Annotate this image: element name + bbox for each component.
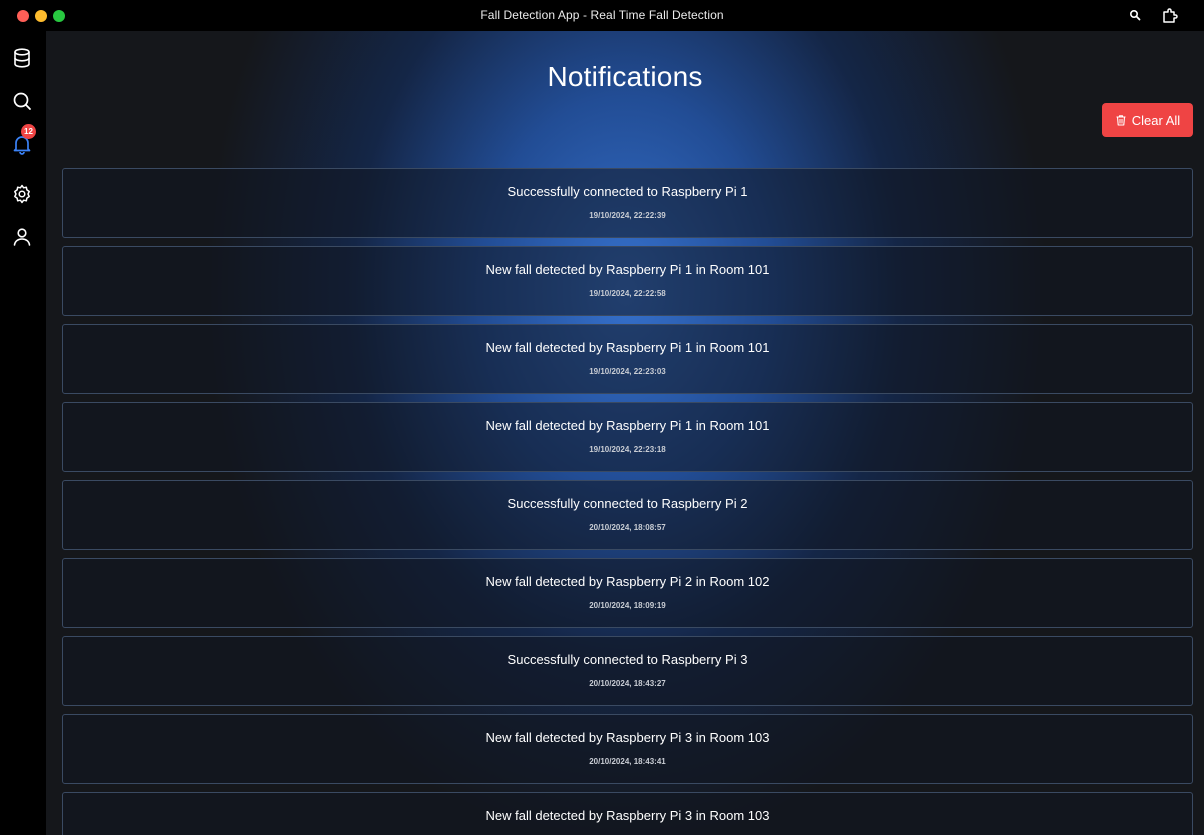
notification-card[interactable]: New fall detected by Raspberry Pi 3 in R…	[62, 714, 1193, 784]
extension-icon[interactable]	[1161, 7, 1179, 25]
notification-timestamp: 20/10/2024, 18:43:27	[589, 679, 666, 688]
notification-timestamp: 20/10/2024, 18:08:57	[589, 523, 666, 532]
notification-list: Successfully connected to Raspberry Pi 1…	[62, 168, 1193, 835]
user-icon	[13, 228, 31, 246]
sidebar-item-settings[interactable]	[11, 183, 33, 205]
notification-message: Successfully connected to Raspberry Pi 2	[507, 496, 748, 511]
notification-count-badge: 12	[21, 124, 36, 139]
search-icon	[13, 92, 31, 110]
notification-card[interactable]: New fall detected by Raspberry Pi 2 in R…	[62, 558, 1193, 628]
notification-timestamp: 19/10/2024, 22:23:18	[589, 445, 666, 454]
sidebar: 12	[0, 31, 46, 835]
notification-message: Successfully connected to Raspberry Pi 3	[507, 652, 748, 667]
sidebar-item-notifications[interactable]: 12	[11, 124, 36, 155]
app-window: Fall Detection App - Real Time Fall Dete…	[0, 0, 1204, 835]
database-icon	[14, 48, 30, 68]
notification-message: New fall detected by Raspberry Pi 3 in R…	[485, 730, 770, 745]
clear-all-button[interactable]: Clear All	[1102, 103, 1193, 137]
notification-message: New fall detected by Raspberry Pi 1 in R…	[485, 418, 770, 433]
notification-timestamp: 19/10/2024, 22:22:39	[589, 211, 666, 220]
trash-icon	[1116, 115, 1126, 126]
notification-card[interactable]: New fall detected by Raspberry Pi 1 in R…	[62, 246, 1193, 316]
notifications-page: Notifications Clear All Successfully con…	[46, 31, 1204, 835]
sidebar-item-search[interactable]	[11, 90, 33, 112]
notification-card[interactable]: New fall detected by Raspberry Pi 1 in R…	[62, 324, 1193, 394]
notification-message: New fall detected by Raspberry Pi 1 in R…	[485, 340, 770, 355]
notification-message: New fall detected by Raspberry Pi 2 in R…	[485, 574, 770, 589]
notification-card[interactable]: Successfully connected to Raspberry Pi 2…	[62, 480, 1193, 550]
window-title: Fall Detection App - Real Time Fall Dete…	[480, 8, 724, 22]
notification-message: New fall detected by Raspberry Pi 3 in R…	[485, 808, 770, 823]
clear-all-label: Clear All	[1131, 112, 1181, 128]
notification-card[interactable]: Successfully connected to Raspberry Pi 1…	[62, 168, 1193, 238]
gear-icon	[14, 184, 30, 204]
notification-card[interactable]: New fall detected by Raspberry Pi 1 in R…	[62, 402, 1193, 472]
title-bar: Fall Detection App - Real Time Fall Dete…	[0, 0, 1204, 31]
zoom-search-icon[interactable]	[1127, 7, 1145, 25]
notification-timestamp: 19/10/2024, 22:23:03	[589, 367, 666, 376]
sidebar-item-profile[interactable]	[11, 226, 33, 248]
notification-message: New fall detected by Raspberry Pi 1 in R…	[485, 262, 770, 277]
notification-timestamp: 19/10/2024, 22:22:58	[589, 289, 666, 298]
notification-timestamp: 20/10/2024, 18:09:19	[589, 601, 666, 610]
notification-message: Successfully connected to Raspberry Pi 1	[507, 184, 748, 199]
notification-card[interactable]: New fall detected by Raspberry Pi 3 in R…	[62, 792, 1193, 835]
page-title: Notifications	[547, 61, 703, 92]
notification-card[interactable]: Successfully connected to Raspberry Pi 3…	[62, 636, 1193, 706]
notification-timestamp: 20/10/2024, 18:43:41	[589, 757, 666, 766]
sidebar-item-database[interactable]	[11, 47, 33, 69]
